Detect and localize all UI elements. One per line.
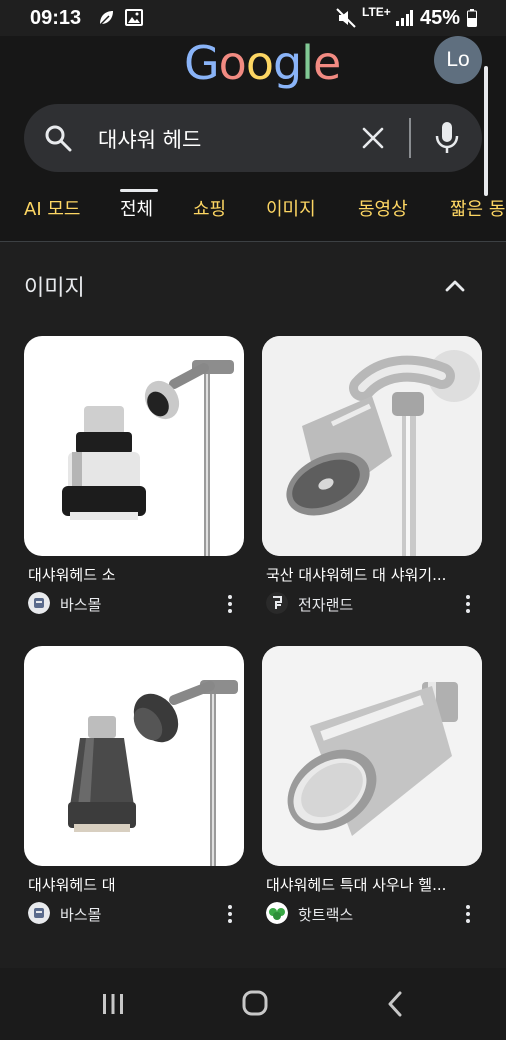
battery-icon bbox=[467, 9, 477, 27]
tab-all[interactable]: 전체 bbox=[120, 195, 153, 221]
more-options-icon[interactable] bbox=[224, 594, 236, 614]
active-tab-indicator bbox=[120, 189, 158, 192]
source-logo-icon bbox=[266, 902, 288, 924]
result-caption[interactable]: 대샤워헤드 소 bbox=[28, 564, 240, 585]
mute-icon bbox=[336, 8, 356, 28]
source-logo-icon bbox=[266, 592, 288, 614]
status-bar: 09:13 LTE+ 45% bbox=[0, 0, 506, 36]
search-input[interactable]: 대샤워 헤드 bbox=[98, 124, 201, 154]
more-options-icon[interactable] bbox=[462, 594, 474, 614]
scrollbar[interactable] bbox=[484, 66, 488, 196]
recent-apps-icon[interactable] bbox=[101, 992, 125, 1016]
source-name[interactable]: 바스몰 bbox=[60, 594, 101, 615]
battery-percent: 45% bbox=[420, 7, 461, 29]
leaf-icon bbox=[98, 11, 113, 27]
search-icon bbox=[45, 125, 72, 152]
gallery-icon bbox=[125, 9, 143, 26]
close-icon[interactable] bbox=[361, 126, 385, 150]
result-thumbnail[interactable] bbox=[262, 646, 482, 866]
system-nav-bar bbox=[0, 968, 506, 1040]
more-options-icon[interactable] bbox=[462, 904, 474, 924]
source-logo-icon bbox=[28, 902, 50, 924]
home-icon[interactable] bbox=[242, 990, 268, 1016]
chevron-up-icon[interactable] bbox=[443, 274, 467, 298]
section-title: 이미지 bbox=[24, 276, 85, 301]
more-options-icon[interactable] bbox=[224, 904, 236, 924]
result-thumbnail[interactable] bbox=[24, 646, 244, 866]
search-box[interactable]: 대샤워 헤드 bbox=[24, 104, 482, 172]
status-time: 09:13 bbox=[30, 7, 82, 29]
header-divider bbox=[0, 241, 506, 242]
avatar[interactable]: Lo bbox=[434, 36, 482, 84]
mic-icon[interactable] bbox=[434, 120, 460, 156]
signal-icon bbox=[396, 10, 413, 26]
tab-videos[interactable]: 동영상 bbox=[358, 195, 408, 221]
source-name[interactable]: 핫트랙스 bbox=[298, 904, 353, 925]
google-logo[interactable]: Google bbox=[184, 36, 341, 90]
tab-ai-mode[interactable]: AI 모드 bbox=[24, 195, 80, 221]
tab-shorts[interactable]: 짧은 동 bbox=[450, 195, 505, 221]
result-caption[interactable]: 대샤워헤드 특대 사우나 헬... bbox=[266, 874, 478, 895]
search-tabs: AI 모드 전체 쇼핑 이미지 동영상 짧은 동 bbox=[0, 192, 506, 242]
result-caption[interactable]: 국산 대샤워헤드 대 샤워기... bbox=[266, 564, 478, 585]
result-caption[interactable]: 대샤워헤드 대 bbox=[28, 874, 240, 895]
tab-images[interactable]: 이미지 bbox=[266, 195, 316, 221]
source-logo-icon bbox=[28, 592, 50, 614]
search-divider bbox=[409, 118, 411, 158]
tab-shopping[interactable]: 쇼핑 bbox=[193, 195, 226, 221]
source-name[interactable]: 바스몰 bbox=[60, 904, 101, 925]
network-label: LTE+ bbox=[362, 5, 391, 19]
result-thumbnail[interactable] bbox=[262, 336, 482, 556]
search-header: Google Lo 대샤워 헤드 AI 모드 전체 쇼핑 이미지 동영상 짧은 … bbox=[0, 36, 506, 242]
source-name[interactable]: 전자랜드 bbox=[298, 594, 353, 615]
back-icon[interactable] bbox=[385, 990, 405, 1018]
result-thumbnail[interactable] bbox=[24, 336, 244, 556]
